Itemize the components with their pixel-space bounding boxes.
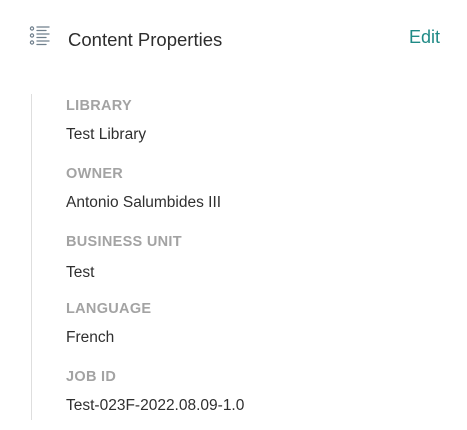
panel-title: Content Properties [68,29,223,50]
job-id-value: Test-023F-2022.08.09-1.0 [66,397,245,414]
owner-label: OWNER [66,166,124,182]
properties-list: LIBRARY Test Library OWNER Antonio Salum… [31,94,452,420]
library-label: LIBRARY [66,98,133,114]
business-unit-value: Test [66,264,95,281]
library-value: Test Library [66,126,147,143]
owner-value: Antonio Salumbides III [66,194,222,211]
edit-button[interactable]: Edit [409,27,440,48]
list-icon [29,26,51,46]
language-label: LANGUAGE [66,301,152,317]
business-unit-label: BUSINESS UNIT [66,234,182,250]
language-value: French [66,329,115,346]
job-id-label: JOB ID [66,369,117,385]
content-properties-header: Content Properties Edit [0,0,467,80]
